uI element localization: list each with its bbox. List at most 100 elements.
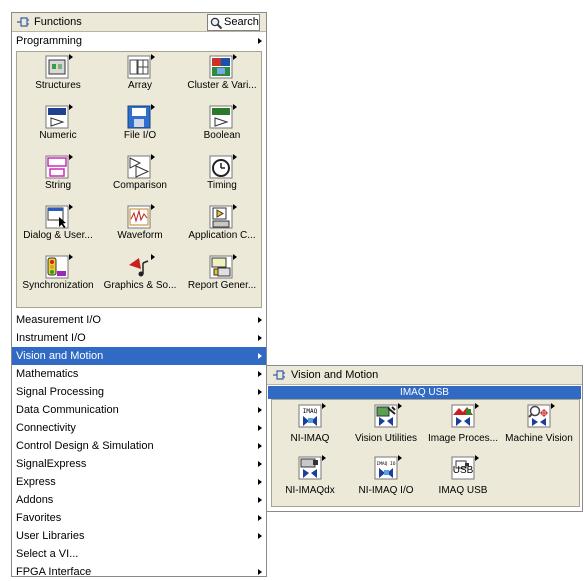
category-user-libraries[interactable]: User Libraries bbox=[12, 527, 266, 545]
palette-item-ni-imaq-io[interactable]: IMAQ IO NI-IMAQ I/O bbox=[348, 452, 424, 502]
palette-item-boolean[interactable]: Boolean bbox=[181, 103, 263, 144]
submenu-arrow-icon bbox=[398, 455, 402, 461]
functions-title: Functions bbox=[34, 16, 82, 28]
palette-item-ni-imaqdx[interactable]: NI-IMAQdx bbox=[272, 452, 348, 502]
palette-item-comparison[interactable]: Comparison bbox=[99, 153, 181, 194]
palette-item-label: IMAQ USB bbox=[438, 485, 488, 496]
functions-palette: Functions Search Programming Structures bbox=[11, 12, 267, 578]
category-label: Favorites bbox=[16, 512, 62, 524]
vision-title-bar[interactable]: Vision and Motion bbox=[267, 366, 582, 385]
category-control-design-simulation[interactable]: Control Design & Simulation bbox=[12, 437, 266, 455]
submenu-arrow-icon bbox=[258, 479, 262, 485]
palette-item-cluster[interactable]: Cluster & Vari... bbox=[181, 53, 263, 94]
category-label: Programming bbox=[16, 35, 83, 47]
pushpin-icon[interactable] bbox=[272, 369, 286, 381]
category-label: User Libraries bbox=[16, 530, 85, 542]
submenu-arrow-icon bbox=[258, 443, 262, 449]
palette-item-label: Vision Utilities bbox=[354, 433, 418, 444]
search-label: Search bbox=[224, 16, 259, 28]
submenu-arrow-icon bbox=[258, 497, 262, 503]
vision-utilities-icon bbox=[374, 404, 398, 428]
palette-item-label: String bbox=[44, 180, 72, 191]
application-control-icon bbox=[209, 205, 233, 229]
submenu-arrow-icon bbox=[258, 38, 262, 44]
submenu-arrow-icon bbox=[151, 54, 155, 60]
waveform-icon bbox=[127, 205, 151, 229]
search-button[interactable]: Search bbox=[207, 14, 260, 31]
icon-text: IMAQ IO bbox=[377, 461, 396, 467]
vision-and-motion-subpalette: Vision and Motion IMAQ USB IMAQ NI-IMAQ … bbox=[266, 365, 583, 512]
palette-item-label: NI-IMAQ I/O bbox=[358, 485, 414, 496]
submenu-arrow-icon bbox=[322, 403, 326, 409]
submenu-arrow-icon bbox=[233, 54, 237, 60]
palette-item-vision-utilities[interactable]: Vision Utilities bbox=[348, 400, 424, 450]
category-mathematics[interactable]: Mathematics bbox=[12, 365, 266, 383]
palette-item-numeric[interactable]: Numeric bbox=[17, 103, 99, 144]
palette-item-label: Array bbox=[128, 80, 152, 91]
palette-item-label: File I/O bbox=[123, 130, 157, 141]
palette-item-ni-imaq[interactable]: IMAQ NI-IMAQ bbox=[272, 400, 348, 450]
submenu-arrow-icon bbox=[258, 317, 262, 323]
palette-item-report-generation[interactable]: Report Gener... bbox=[181, 253, 263, 294]
palette-item-graphics-sound[interactable]: Graphics & So... bbox=[99, 253, 181, 294]
palette-item-image-processing[interactable]: Image Proces... bbox=[425, 400, 501, 450]
category-data-communication[interactable]: Data Communication bbox=[12, 401, 266, 419]
palette-item-label: Image Proces... bbox=[427, 433, 499, 444]
synchronization-icon bbox=[45, 255, 69, 279]
palette-item-imaq-usb[interactable]: USB IMAQ USB bbox=[425, 452, 501, 502]
palette-item-structures[interactable]: Structures bbox=[17, 53, 99, 94]
submenu-arrow-icon bbox=[258, 461, 262, 467]
palette-item-file-io[interactable]: File I/O bbox=[99, 103, 181, 144]
category-select-a-vi[interactable]: Select a VI... bbox=[12, 545, 266, 563]
category-label: Addons bbox=[16, 494, 54, 506]
submenu-arrow-icon bbox=[258, 515, 262, 521]
category-express[interactable]: Express bbox=[12, 473, 266, 491]
palette-item-label: Synchronization bbox=[22, 280, 94, 291]
palette-item-machine-vision[interactable]: Machine Vision bbox=[501, 400, 577, 450]
palette-item-application-control[interactable]: Application C... bbox=[181, 203, 263, 244]
submenu-arrow-icon bbox=[151, 104, 155, 110]
category-label: Measurement I/O bbox=[16, 314, 101, 326]
palette-item-label: Machine Vision bbox=[505, 433, 573, 444]
submenu-arrow-icon bbox=[233, 154, 237, 160]
comparison-icon bbox=[127, 155, 151, 179]
vision-palette-grid: IMAQ NI-IMAQ Vision Utilities Image Proc… bbox=[271, 399, 580, 507]
category-fpga-interface[interactable]: FPGA Interface bbox=[12, 563, 266, 581]
category-measurement-io[interactable]: Measurement I/O bbox=[12, 311, 266, 329]
category-signal-processing[interactable]: Signal Processing bbox=[12, 383, 266, 401]
submenu-arrow-icon bbox=[69, 254, 73, 260]
category-signalexpress[interactable]: SignalExpress bbox=[12, 455, 266, 473]
ni-imaqdx-icon bbox=[298, 456, 322, 480]
submenu-arrow-icon bbox=[151, 254, 155, 260]
pushpin-icon[interactable] bbox=[16, 16, 30, 28]
submenu-arrow-icon bbox=[151, 154, 155, 160]
ni-imaq-icon: IMAQ bbox=[298, 404, 322, 428]
category-label: Data Communication bbox=[16, 404, 119, 416]
category-favorites[interactable]: Favorites bbox=[12, 509, 266, 527]
palette-item-label: Timing bbox=[207, 180, 237, 191]
imaq-usb-icon-caption: USB bbox=[452, 465, 474, 476]
timing-icon bbox=[209, 155, 233, 179]
category-vision-and-motion[interactable]: Vision and Motion bbox=[12, 347, 266, 365]
palette-item-label: Boolean bbox=[203, 130, 241, 141]
functions-title-bar[interactable]: Functions Search bbox=[12, 13, 266, 32]
numeric-icon bbox=[45, 105, 69, 129]
palette-item-waveform[interactable]: Waveform bbox=[99, 203, 181, 244]
category-addons[interactable]: Addons bbox=[12, 491, 266, 509]
submenu-arrow-icon bbox=[322, 455, 326, 461]
palette-item-array[interactable]: Array bbox=[99, 53, 181, 94]
category-label: Express bbox=[16, 476, 56, 488]
submenu-arrow-icon bbox=[258, 533, 262, 539]
submenu-arrow-icon bbox=[258, 371, 262, 377]
structures-icon bbox=[45, 55, 69, 79]
category-instrument-io[interactable]: Instrument I/O bbox=[12, 329, 266, 347]
palette-item-timing[interactable]: Timing bbox=[181, 153, 263, 194]
palette-item-string[interactable]: String bbox=[17, 153, 99, 194]
category-label: FPGA Interface bbox=[16, 566, 92, 578]
category-programming[interactable]: Programming bbox=[12, 32, 266, 50]
palette-item-synchronization[interactable]: Synchronization bbox=[17, 253, 99, 294]
palette-item-dialog[interactable]: Dialog & User... bbox=[17, 203, 99, 244]
palette-item-label: Cluster & Vari... bbox=[187, 80, 257, 91]
submenu-arrow-icon bbox=[233, 204, 237, 210]
category-connectivity[interactable]: Connectivity bbox=[12, 419, 266, 437]
